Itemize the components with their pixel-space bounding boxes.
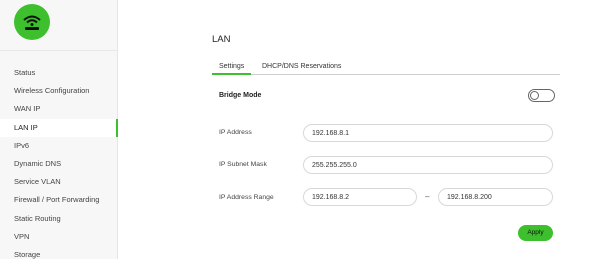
apply-button[interactable]: Apply [518, 225, 553, 241]
ip-range-label: IP Address Range [219, 194, 274, 201]
ip-range-start-field[interactable] [303, 188, 417, 206]
tab-bar: Settings DHCP/DNS Reservations [212, 59, 560, 75]
sidebar-item-dynamic-dns[interactable]: Dynamic DNS [0, 155, 118, 173]
divider [0, 50, 117, 51]
sidebar-nav: Status Wireless Configuration WAN IP LAN… [0, 64, 118, 259]
subnet-mask-field[interactable] [303, 156, 553, 174]
bridge-mode-toggle[interactable] [528, 89, 555, 102]
sidebar-item-vpn[interactable]: VPN [0, 228, 118, 246]
ip-address-label: IP Address [219, 129, 252, 136]
subnet-mask-label: IP Subnet Mask [219, 161, 267, 168]
logo [14, 4, 50, 40]
sidebar-item-status[interactable]: Status [0, 64, 118, 82]
ip-range-end-field[interactable] [438, 188, 553, 206]
range-separator: – [425, 192, 430, 201]
sidebar-item-wireless-configuration[interactable]: Wireless Configuration [0, 82, 118, 100]
tab-dhcp-dns-reservations[interactable]: DHCP/DNS Reservations [255, 59, 348, 75]
main-content: LAN Settings DHCP/DNS Reservations Bridg… [118, 0, 600, 259]
sidebar-item-service-vlan[interactable]: Service VLAN [0, 173, 118, 191]
sidebar-item-lan-ip[interactable]: LAN IP [0, 118, 118, 137]
wifi-router-icon [23, 15, 41, 30]
bridge-mode-label: Bridge Mode [219, 92, 262, 99]
sidebar: Status Wireless Configuration WAN IP LAN… [0, 0, 118, 259]
sidebar-item-wan-ip[interactable]: WAN IP [0, 100, 118, 118]
toggle-knob [530, 91, 539, 100]
sidebar-item-firewall-port-forwarding[interactable]: Firewall / Port Forwarding [0, 191, 118, 209]
sidebar-item-storage[interactable]: Storage [0, 246, 118, 259]
tab-settings[interactable]: Settings [212, 59, 252, 75]
sidebar-item-ipv6[interactable]: IPv6 [0, 137, 118, 155]
ip-address-field[interactable] [303, 124, 553, 142]
page-title: LAN [212, 34, 231, 45]
sidebar-item-static-routing[interactable]: Static Routing [0, 210, 118, 228]
